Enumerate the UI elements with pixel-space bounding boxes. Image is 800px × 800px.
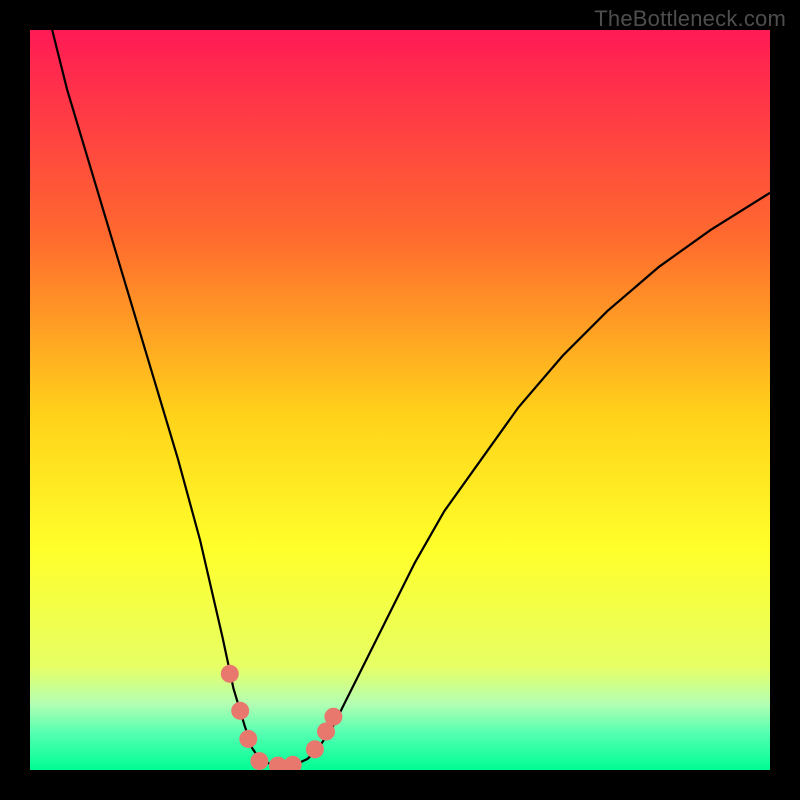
chart-plot-area xyxy=(30,30,770,770)
chart-marker xyxy=(250,752,268,770)
chart-marker xyxy=(306,740,324,758)
chart-marker xyxy=(239,730,257,748)
chart-background xyxy=(30,30,770,770)
chart-svg xyxy=(30,30,770,770)
chart-marker xyxy=(324,708,342,726)
chart-marker xyxy=(231,702,249,720)
chart-frame: TheBottleneck.com xyxy=(0,0,800,800)
chart-marker xyxy=(221,665,239,683)
watermark-text: TheBottleneck.com xyxy=(594,6,786,32)
